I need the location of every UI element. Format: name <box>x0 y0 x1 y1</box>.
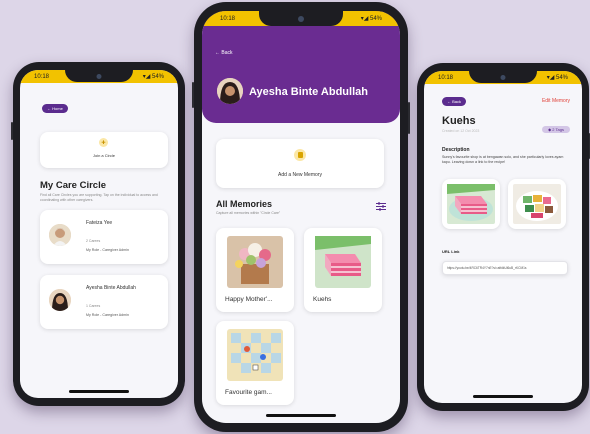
kueh-platter-photo <box>513 184 561 224</box>
status-icons: ▾◢ 54% <box>142 74 164 80</box>
back-button[interactable]: ← Back <box>215 50 233 56</box>
home-button[interactable]: ← Home <box>42 104 68 113</box>
flowers-photo <box>227 236 283 288</box>
right-screen: 10:18 ▾◢ 54% ← Back Edit Memory Kuehs Cr… <box>424 71 582 403</box>
member-name: Ayesha Binte Abdullah <box>86 285 136 291</box>
memory-card-1[interactable]: Happy Mother'... <box>216 228 294 312</box>
back-button-label: Back <box>221 50 233 56</box>
right-phone: 10:18 ▾◢ 54% ← Back Edit Memory Kuehs Cr… <box>417 63 590 411</box>
avatar <box>49 224 71 246</box>
home-indicator <box>473 395 533 398</box>
memory-subtitle: Created on 12 Oct 2023 <box>442 129 480 133</box>
profile-avatar <box>217 78 243 104</box>
volume-button <box>11 122 13 140</box>
member-role: My Role - Caregiver Admin <box>86 248 129 252</box>
volume-button <box>192 82 194 108</box>
memory-card-3[interactable]: Favourite gam... <box>216 321 294 405</box>
power-button <box>408 102 410 134</box>
member-card-2[interactable]: Ayesha Binte Abdullah 1 Carees My Role -… <box>40 275 168 329</box>
back-button-label: Back <box>452 99 462 104</box>
left-screen: 10:18 ▾◢ 54% ← Home ✚ Join a Circle My C… <box>20 70 178 398</box>
member-role: My Role - Caregiver Admin <box>86 313 129 317</box>
add-memory-icon <box>294 149 306 161</box>
avatar <box>49 289 71 311</box>
home-indicator <box>266 414 336 417</box>
status-icons: ▾◢ 54% <box>360 16 382 22</box>
member-name: Fateiza Yee <box>86 220 113 226</box>
status-time: 10:18 <box>438 74 454 81</box>
status-icons: ▾◢ 54% <box>546 75 568 81</box>
url-field[interactable]: https://youtu.be/4RC6TR4Y7nE?si=atfdkUl6… <box>442 261 568 275</box>
notch <box>259 11 343 26</box>
board-game-photo <box>227 329 283 381</box>
tags-badge[interactable]: ◆ 2 Tags <box>542 126 570 133</box>
memory-photo-2[interactable] <box>508 179 566 229</box>
memory-card-2[interactable]: Kuehs <box>304 228 382 312</box>
notch <box>65 70 133 82</box>
center-screen: 10:18 ▾◢ 54% ← Back Ayesha Binte Abdulla… <box>202 11 400 423</box>
add-memory-card[interactable]: Add a New Memory <box>216 139 384 188</box>
member-count: 2 Carees <box>86 239 101 243</box>
section-title: All Memories <box>216 199 273 209</box>
status-time: 10:18 <box>220 15 236 22</box>
left-phone: 10:18 ▾◢ 54% ← Home ✚ Join a Circle My C… <box>11 62 185 406</box>
add-memory-label: Add a New Memory <box>278 172 322 178</box>
memory-photo-1[interactable] <box>442 179 500 229</box>
section-description: Capture all memories within "Circle Care… <box>216 211 281 215</box>
join-circle-icon: ✚ <box>99 138 108 147</box>
edit-memory-link[interactable]: Edit Memory <box>542 98 570 104</box>
home-indicator <box>69 390 129 393</box>
member-count: 1 Carees <box>86 304 101 308</box>
home-button-label: Home <box>52 106 63 111</box>
join-circle-label: Join a Circle <box>92 153 115 158</box>
filter-icon[interactable] <box>376 202 386 211</box>
kueh-photo <box>315 236 371 288</box>
profile-name: Ayesha Binte Abdullah <box>249 86 368 98</box>
memory-title: Kuehs <box>313 296 332 303</box>
section-title: My Care Circle <box>40 180 107 191</box>
join-circle-card[interactable]: ✚ Join a Circle <box>40 132 168 168</box>
kueh-photo <box>447 184 495 224</box>
description-text: Sunny's favourite shop is at bengawan so… <box>442 155 564 164</box>
notch <box>469 71 537 83</box>
url-value: https://youtu.be/4RC6TR4Y7nE?si=atfdkUl6… <box>447 266 527 270</box>
purple-header <box>202 11 400 123</box>
memory-title: Favourite gam... <box>225 389 272 396</box>
description-heading: Description <box>442 147 470 153</box>
center-phone: 10:18 ▾◢ 54% ← Back Ayesha Binte Abdulla… <box>192 2 410 432</box>
tags-badge-label: 2 Tags <box>552 127 564 132</box>
memory-title: Happy Mother'... <box>225 296 273 303</box>
memory-title: Kuehs <box>442 115 476 127</box>
section-description: Find all Care Circles you are supporting… <box>40 193 158 202</box>
status-time: 10:18 <box>34 73 50 80</box>
url-heading: URL Link <box>442 249 460 254</box>
back-button[interactable]: ← Back <box>442 97 467 106</box>
member-card-1[interactable]: Fateiza Yee 2 Carees My Role - Caregiver… <box>40 210 168 264</box>
